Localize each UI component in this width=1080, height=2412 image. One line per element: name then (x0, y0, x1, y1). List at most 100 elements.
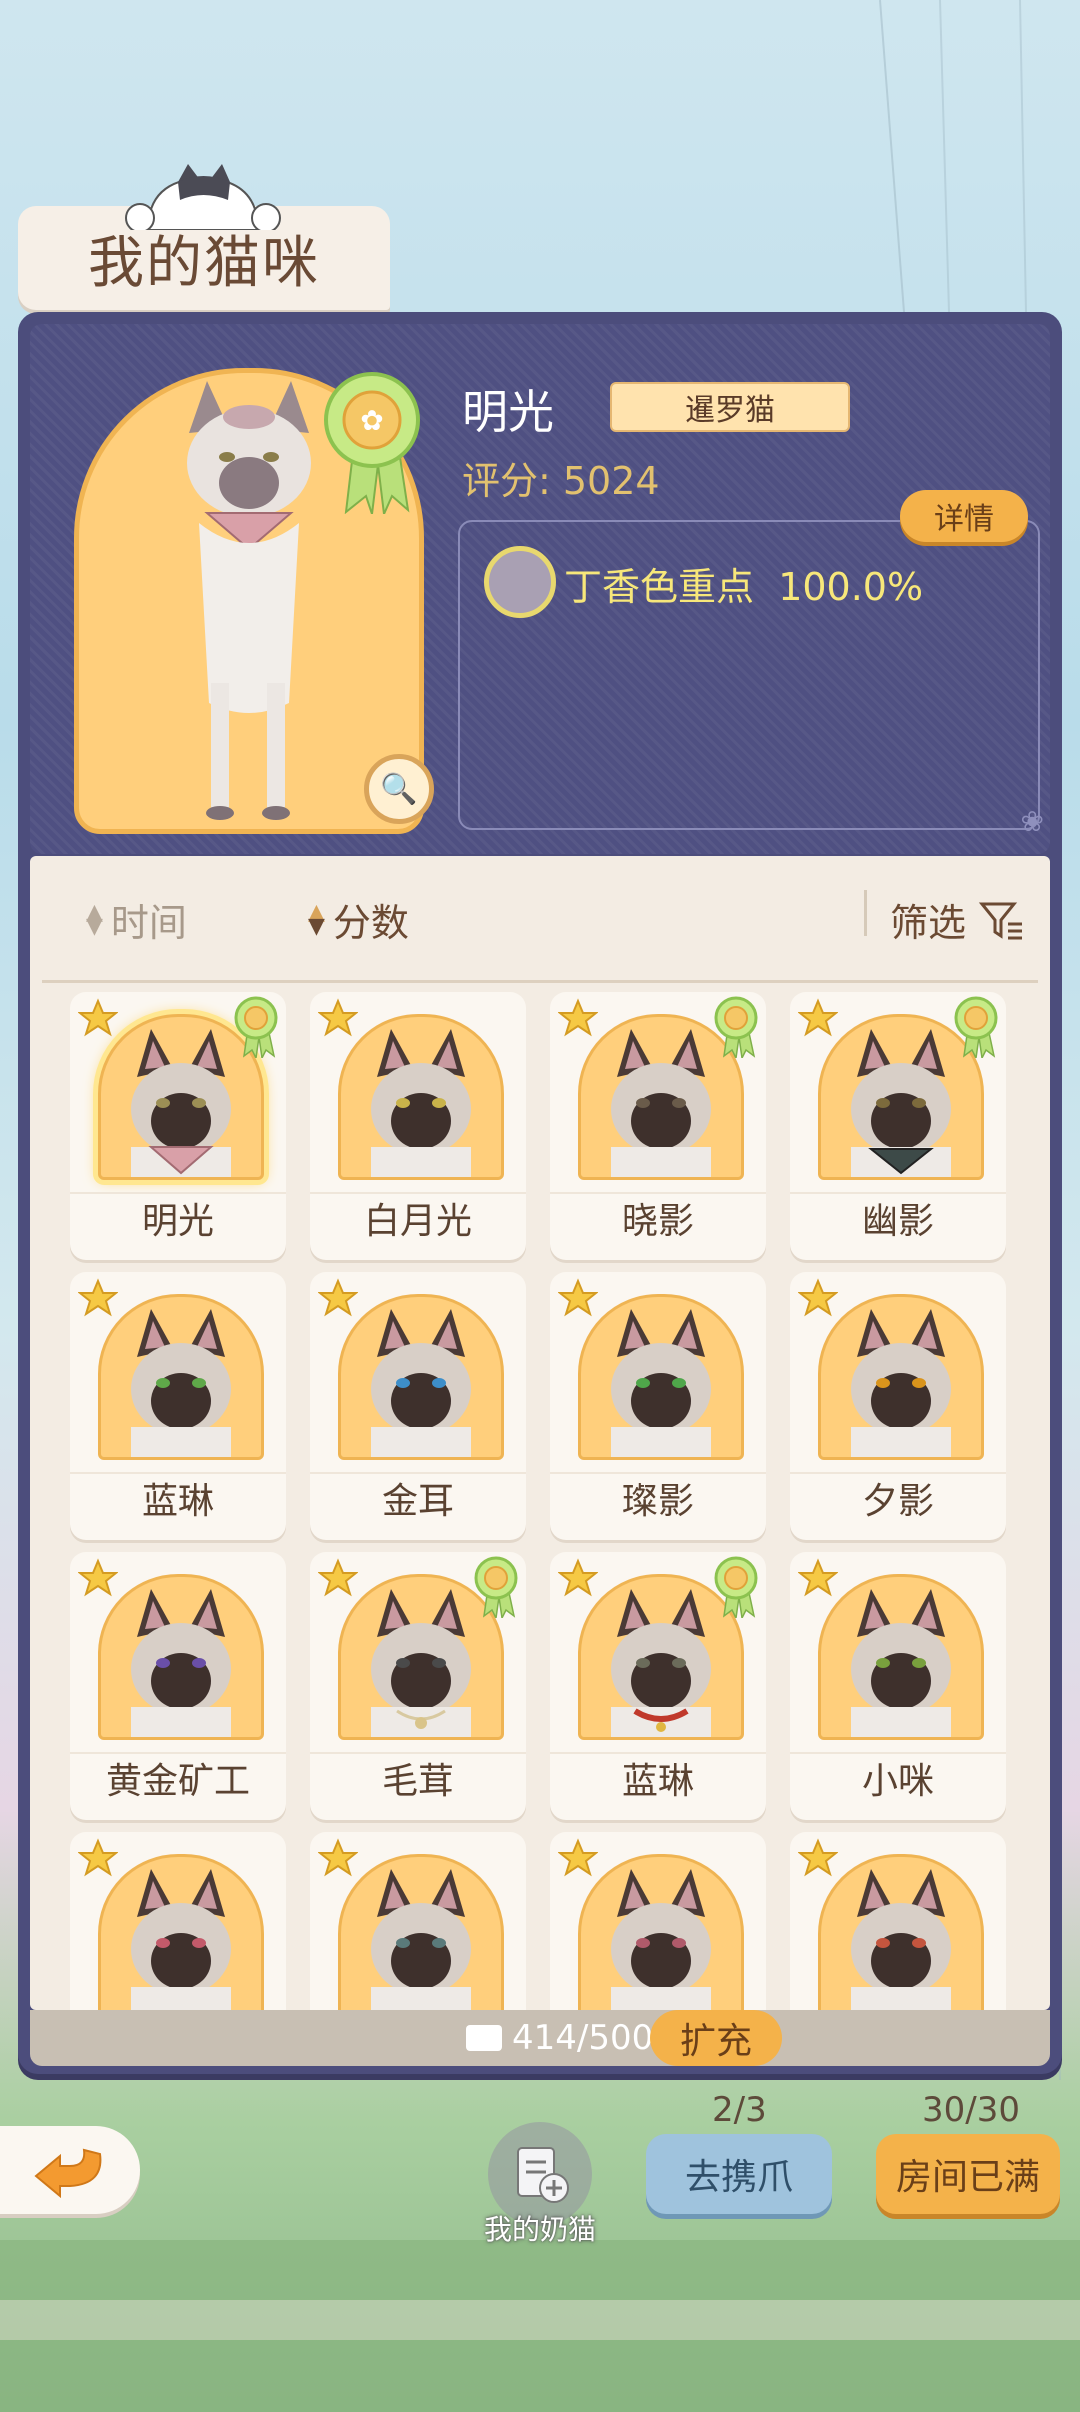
peeking-cat-decoration (125, 164, 281, 230)
back-arrow-icon (34, 2148, 102, 2199)
cat-thumbnail (98, 1294, 264, 1460)
cat-panel: 🔍 ✿ 明光 暹罗猫 评分: 5024 丁香色重点 100.0% ❀ 详情 ▲ ▼… (18, 312, 1062, 2074)
cat-card[interactable]: 明光 (70, 992, 286, 1260)
cat-thumbnail (578, 1854, 744, 2010)
room-full-button[interactable]: 房间已满 (876, 2134, 1060, 2214)
star-icon (558, 998, 598, 1037)
expand-button[interactable]: 扩充 (650, 2010, 782, 2066)
star-icon (318, 1838, 358, 1877)
cat-card[interactable] (790, 1832, 1006, 2010)
cat-card[interactable]: 幽影 (790, 992, 1006, 1260)
star-icon (558, 1278, 598, 1317)
sort-arrows-icon: ▲ ▼ (86, 899, 103, 939)
gene-label: 丁香色重点 100.0% (564, 565, 924, 609)
cat-card-name: 夕影 (790, 1472, 1006, 1526)
cat-card[interactable]: 蓝琳 (70, 1272, 286, 1540)
sort-bar: ▲ ▼ 时间 ▲ ▼ 分数 筛选 (30, 856, 1050, 976)
cat-card-name: 幽影 (790, 1192, 1006, 1246)
cat-face-image (371, 1309, 471, 1457)
cat-card[interactable] (550, 1832, 766, 2010)
gene-box: 丁香色重点 100.0% ❀ (458, 520, 1044, 838)
cat-card[interactable] (310, 1832, 526, 2010)
cat-card-name: 蓝琳 (550, 1752, 766, 1806)
cat-card[interactable]: 金耳 (310, 1272, 526, 1540)
back-button[interactable] (0, 2126, 140, 2214)
cat-card[interactable]: 蓝琳 (550, 1552, 766, 1820)
cat-card[interactable]: 夕影 (790, 1272, 1006, 1540)
cat-card-name: 晓影 (550, 1192, 766, 1246)
cat-card-name: 黄金矿工 (70, 1752, 286, 1806)
cat-card-name: 毛茸 (310, 1752, 526, 1806)
cat-thumbnail (338, 1294, 504, 1460)
rosette-icon (714, 996, 758, 1058)
room-count: 30/30 (922, 2090, 1020, 2130)
magnify-icon[interactable]: 🔍 (364, 754, 434, 824)
capacity-count: 414/500 (466, 2018, 653, 2058)
cat-card-name: 明光 (70, 1192, 286, 1246)
breed-badge: 暹罗猫 (610, 382, 850, 432)
star-icon (798, 1278, 838, 1317)
rosette-icon (714, 1556, 758, 1618)
cat-face-image (851, 1589, 951, 1737)
sort-arrows-icon: ▲ ▼ (308, 899, 325, 939)
star-icon (78, 1558, 118, 1597)
sort-score-button[interactable]: ▲ ▼ 分数 (308, 892, 409, 947)
cat-face-image (851, 1309, 951, 1457)
filter-icon (978, 902, 1023, 939)
cat-face-image (371, 1029, 471, 1177)
cat-card-name: 金耳 (310, 1472, 526, 1526)
rosette-icon (474, 1556, 518, 1618)
star-icon (78, 1838, 118, 1877)
rosette-icon: ✿ (324, 372, 420, 514)
star-icon (558, 1838, 598, 1877)
my-kittens-button[interactable]: 我的奶猫 (476, 2122, 604, 2248)
cat-card-name: 蓝琳 (70, 1472, 286, 1526)
star-icon (558, 1558, 598, 1597)
fish-icon: ❀ (1020, 805, 1044, 838)
star-icon (798, 1838, 838, 1877)
svg-text:✿: ✿ (360, 404, 383, 437)
sort-time-button[interactable]: ▲ ▼ 时间 (86, 892, 187, 947)
cat-thumbnail (818, 1574, 984, 1740)
cat-face-image (611, 1309, 711, 1457)
filter-button[interactable]: 筛选 (890, 892, 1024, 947)
divider (42, 980, 1038, 983)
cat-thumbnail (818, 1294, 984, 1460)
cat-bed-icon (466, 2025, 502, 2051)
cat-thumbnail (98, 1574, 264, 1740)
star-icon (318, 998, 358, 1037)
gene-color-swatch (484, 546, 556, 618)
cat-card[interactable]: 璨影 (550, 1272, 766, 1540)
cat-face-image (131, 1869, 231, 2010)
cat-face-image (131, 1589, 231, 1737)
cat-card[interactable]: 小咪 (790, 1552, 1006, 1820)
cat-face-image (611, 1869, 711, 2010)
star-icon (78, 1278, 118, 1317)
cat-face-image (851, 1869, 951, 2010)
rosette-icon (234, 996, 278, 1058)
cat-score: 评分: 5024 (462, 459, 660, 503)
cat-thumbnail (818, 1854, 984, 2010)
cat-card[interactable]: 黄金矿工 (70, 1552, 286, 1820)
divider (864, 890, 867, 936)
star-icon (318, 1558, 358, 1597)
cat-thumbnail (338, 1854, 504, 2010)
cat-card[interactable]: 晓影 (550, 992, 766, 1260)
rosette-icon (954, 996, 998, 1058)
cat-list-section: ▲ ▼ 时间 ▲ ▼ 分数 筛选 明光 白月光 晓影 幽影 蓝琳 金耳 璨影 夕影 黄金矿工 毛茸 蓝琳… (30, 856, 1050, 2010)
go-count: 2/3 (712, 2090, 767, 2130)
cat-detail-section: 🔍 ✿ 明光 暹罗猫 评分: 5024 丁香色重点 100.0% ❀ 详情 (30, 324, 1050, 854)
cat-card[interactable] (70, 1832, 286, 2010)
cat-thumbnail (338, 1014, 504, 1180)
cat-thumbnail (578, 1294, 744, 1460)
cat-face-image (371, 1869, 471, 2010)
star-icon (798, 998, 838, 1037)
go-button[interactable]: 去携爪 (646, 2134, 832, 2214)
cat-card-name: 小咪 (790, 1752, 1006, 1806)
detail-button[interactable]: 详情 (900, 490, 1028, 542)
cat-face-image (131, 1309, 231, 1457)
star-icon (78, 998, 118, 1037)
cat-thumbnail (98, 1854, 264, 2010)
cat-card[interactable]: 白月光 (310, 992, 526, 1260)
cat-card[interactable]: 毛茸 (310, 1552, 526, 1820)
